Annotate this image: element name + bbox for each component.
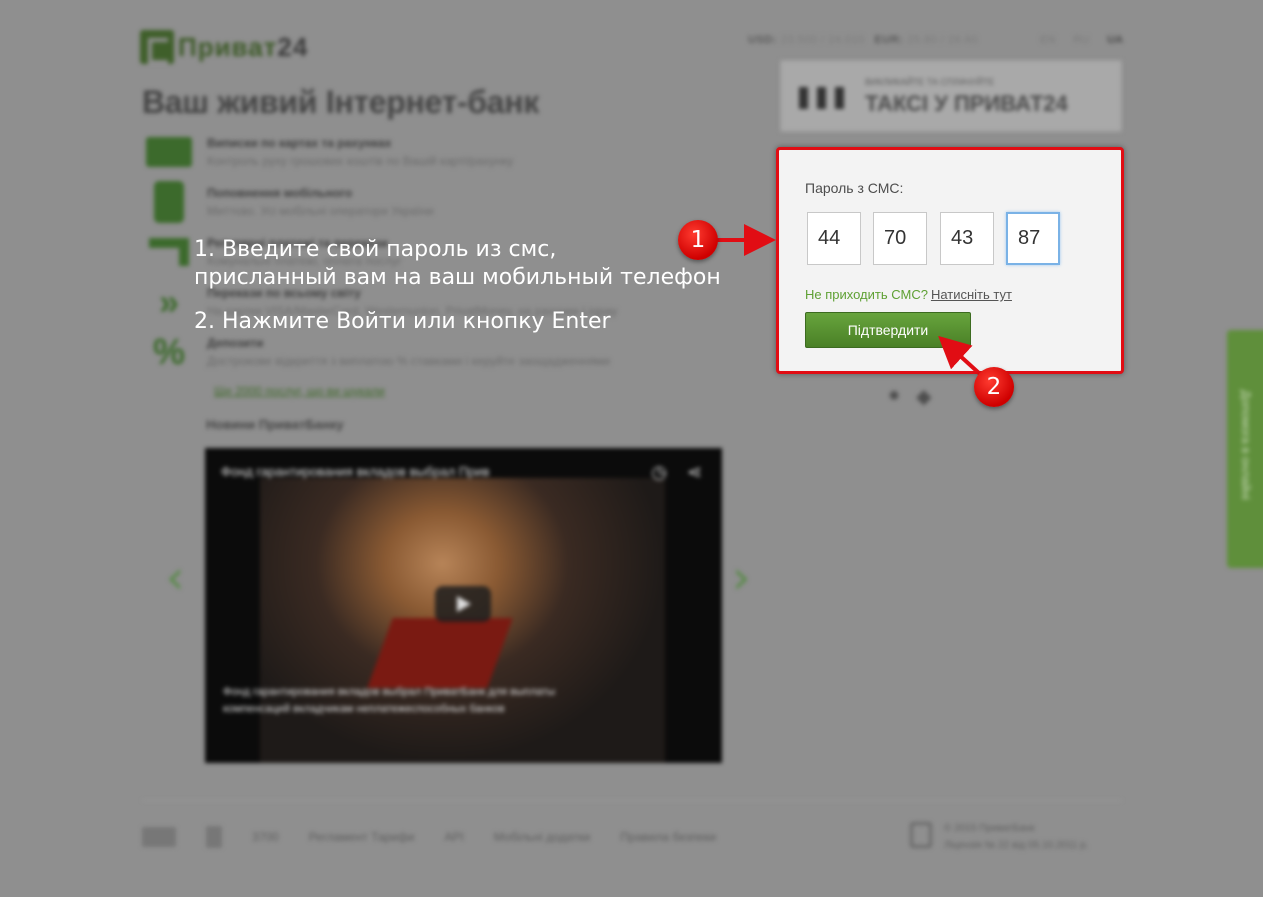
step-badge-1: 1 <box>678 220 718 260</box>
arrow-to-confirm-button <box>938 335 982 376</box>
step-badge-2: 2 <box>974 367 1014 407</box>
annotation-arrows <box>716 224 982 376</box>
